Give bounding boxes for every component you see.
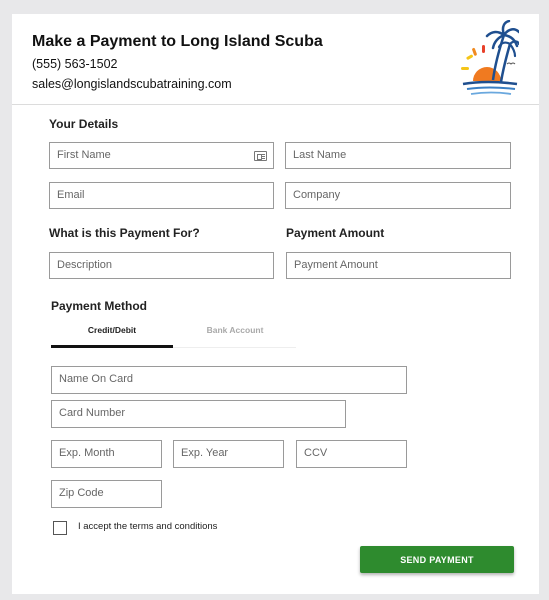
first-name-input[interactable]: First Name	[49, 142, 274, 169]
first-name-placeholder: First Name	[57, 149, 111, 161]
phone-number: (555) 563-1502	[32, 57, 118, 71]
payment-method-heading: Payment Method	[51, 299, 148, 313]
exp-month-placeholder: Exp. Month	[59, 447, 115, 459]
email-placeholder: Email	[57, 189, 85, 201]
email-input[interactable]: Email	[49, 182, 274, 209]
tab-bank-account[interactable]: Bank Account	[174, 325, 296, 335]
terms-checkbox[interactable]	[53, 521, 67, 535]
exp-year-input[interactable]: Exp. Year	[173, 440, 284, 468]
exp-year-placeholder: Exp. Year	[181, 447, 229, 459]
description-input[interactable]: Description	[49, 252, 274, 279]
zip-code-input[interactable]: Zip Code	[51, 480, 162, 508]
payment-form: Your Details First Name Last Name Email …	[12, 105, 539, 594]
send-payment-button[interactable]: SEND PAYMENT	[360, 546, 514, 573]
company-input[interactable]: Company	[285, 182, 511, 209]
card-number-input[interactable]: Card Number	[51, 400, 346, 428]
terms-label[interactable]: I accept the terms and conditions	[78, 521, 217, 532]
description-placeholder: Description	[57, 259, 113, 271]
card-number-placeholder: Card Number	[59, 407, 126, 419]
last-name-placeholder: Last Name	[293, 149, 347, 161]
last-name-input[interactable]: Last Name	[285, 142, 511, 169]
payment-card: Make a Payment to Long Island Scuba (555…	[12, 14, 539, 594]
name-on-card-placeholder: Name On Card	[59, 373, 133, 385]
your-details-heading: Your Details	[49, 117, 119, 131]
ccv-placeholder: CCV	[304, 447, 328, 459]
page-title: Make a Payment to Long Island Scuba	[32, 33, 323, 50]
beach-sun-palm-logo-icon	[461, 20, 519, 95]
exp-month-input[interactable]: Exp. Month	[51, 440, 162, 468]
payment-amount-heading: Payment Amount	[286, 226, 385, 240]
contact-card-icon[interactable]	[254, 151, 267, 161]
payment-for-heading: What is this Payment For?	[49, 226, 200, 240]
contact-email: sales@longislandscubatraining.com	[32, 77, 232, 91]
company-placeholder: Company	[293, 189, 341, 201]
header: Make a Payment to Long Island Scuba (555…	[12, 14, 539, 105]
tab-credit-debit[interactable]: Credit/Debit	[51, 325, 173, 335]
payment-amount-placeholder: Payment Amount	[294, 259, 378, 271]
zip-code-placeholder: Zip Code	[59, 487, 104, 499]
ccv-input[interactable]: CCV	[296, 440, 407, 468]
name-on-card-input[interactable]: Name On Card	[51, 366, 407, 394]
active-tab-indicator	[51, 345, 173, 348]
payment-amount-input[interactable]: Payment Amount	[286, 252, 511, 279]
